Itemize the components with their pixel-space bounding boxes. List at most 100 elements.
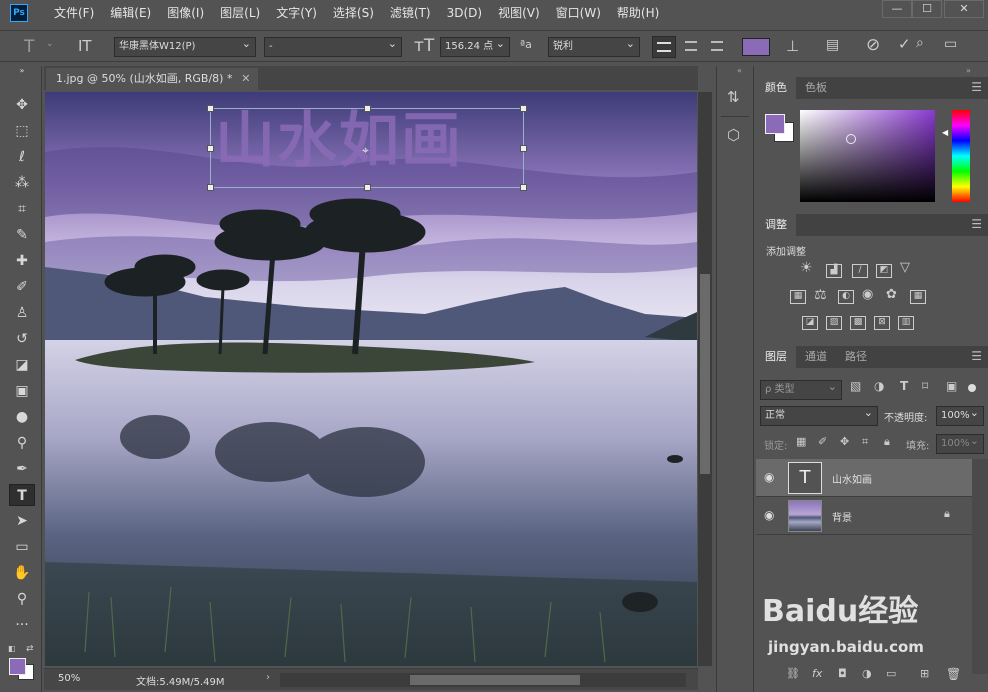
antialias-select[interactable]: 锐利	[548, 35, 640, 57]
font-family-select[interactable]: 华康黑体W12(P)	[114, 35, 256, 57]
pen-tool-icon[interactable]: ✒	[9, 458, 35, 480]
default-colors-icon[interactable]: ◧	[8, 644, 16, 653]
invert-adjust-icon[interactable]: ◪	[802, 316, 818, 330]
strip-collapse-icon[interactable]: «	[737, 66, 742, 75]
status-menu-arrow-icon[interactable]: ›	[266, 672, 270, 683]
blend-mode-select[interactable]: 正常	[760, 404, 878, 426]
fg-color-chip[interactable]	[765, 114, 785, 134]
toggle-orientation-icon[interactable]: IT	[78, 37, 92, 55]
type-tool-icon[interactable]: T	[9, 484, 35, 506]
dodge-tool-icon[interactable]: ⚲	[9, 432, 35, 454]
marquee-tool-icon[interactable]: ⬚	[9, 120, 35, 142]
commit-check-icon[interactable]: ✓	[898, 35, 911, 53]
curves-adjust-icon[interactable]: ∕	[852, 264, 868, 278]
align-right-button[interactable]	[706, 36, 728, 58]
workspace-icon[interactable]: ▭	[944, 36, 957, 52]
text-layer-content[interactable]: 山水如画	[215, 105, 463, 177]
close-window-button[interactable]: ✕	[944, 0, 984, 18]
filter-shape-icon[interactable]: ⌑	[922, 379, 928, 393]
menu-image[interactable]: 图像(I)	[159, 0, 212, 26]
menu-view[interactable]: 视图(V)	[490, 0, 548, 26]
photo-filter-adjust-icon[interactable]: ◉	[862, 287, 873, 302]
menu-select[interactable]: 选择(S)	[325, 0, 382, 26]
character-panel-icon[interactable]: ▤	[826, 37, 839, 53]
search-icon[interactable]: ⌕	[916, 35, 924, 51]
visibility-eye-icon[interactable]: ◉	[764, 470, 774, 484]
filter-toggle-icon[interactable]	[968, 384, 976, 392]
cancel-icon[interactable]: ⊘	[866, 35, 880, 55]
document-tab[interactable]: 1.jpg @ 50% (山水如画, RGB/8) * ✕	[46, 68, 259, 90]
layer-filter-select[interactable]: ρ 类型	[760, 378, 842, 400]
channel-mixer-adjust-icon[interactable]: ✿	[886, 287, 897, 302]
align-left-button[interactable]	[652, 36, 676, 58]
adjust-panel-menu-icon[interactable]: ☰	[971, 217, 982, 231]
vertical-scroll-thumb[interactable]	[700, 274, 710, 474]
lock-artboard-icon[interactable]: ⌗	[862, 435, 868, 449]
more-tools-icon[interactable]: ···	[9, 614, 35, 636]
transform-handle[interactable]	[207, 105, 214, 112]
lasso-tool-icon[interactable]: ℓ	[9, 146, 35, 168]
eyedropper-icon[interactable]: ✎	[9, 224, 35, 246]
gradient-tool-icon[interactable]: ▣	[9, 380, 35, 402]
crop-tool-icon[interactable]: ⌗	[9, 198, 35, 220]
minimize-button[interactable]: —	[882, 0, 912, 18]
horizontal-scroll-thumb[interactable]	[410, 675, 580, 685]
font-size-select[interactable]: 156.24 点	[440, 35, 510, 57]
fill-input[interactable]: 100%	[936, 432, 984, 454]
preset-chevron-icon[interactable]: ⌄	[46, 39, 54, 49]
document-size-info[interactable]: 文档:5.49M/5.49M	[136, 673, 225, 688]
hue-pointer-icon[interactable]: ◀	[942, 128, 948, 137]
quick-select-icon[interactable]: ⁂	[9, 172, 35, 194]
black-white-adjust-icon[interactable]: ◐	[838, 290, 854, 304]
layer-name[interactable]: 背景	[832, 509, 852, 524]
gradient-map-adjust-icon[interactable]: ▥	[898, 316, 914, 330]
panels-collapse-icon[interactable]: »	[966, 66, 971, 75]
maximize-button[interactable]: ☐	[912, 0, 942, 18]
layer-row-background[interactable]: ◉ 背景 🔒︎	[756, 497, 972, 535]
eraser-tool-icon[interactable]: ◪	[9, 354, 35, 376]
filter-type-icon[interactable]: T	[900, 379, 908, 393]
tools-collapse-icon[interactable]: »	[9, 66, 35, 76]
swap-colors-icon[interactable]: ⇄	[26, 644, 34, 654]
color-field[interactable]	[800, 110, 935, 202]
text-color-swatch[interactable]	[742, 38, 770, 56]
color-panel-menu-icon[interactable]: ☰	[971, 80, 982, 94]
color-picker-cursor[interactable]	[846, 134, 856, 144]
opacity-input[interactable]: 100%	[936, 404, 984, 426]
posterize-adjust-icon[interactable]: ▨	[826, 316, 842, 330]
foreground-color-swatch[interactable]	[9, 658, 26, 675]
history-panel-icon[interactable]: ⇅	[727, 88, 740, 106]
tab-channels[interactable]: 通道	[796, 346, 836, 368]
lock-all-icon[interactable]: 🔒︎	[884, 435, 890, 449]
hand-tool-icon[interactable]: ✋	[9, 562, 35, 584]
transform-center-icon[interactable]: ⌖	[362, 143, 369, 158]
visibility-eye-icon[interactable]: ◉	[764, 508, 774, 522]
layer-name[interactable]: 山水如画	[832, 471, 872, 486]
levels-adjust-icon[interactable]: ▟	[826, 264, 842, 278]
healing-brush-icon[interactable]: ✚	[9, 250, 35, 272]
text-bounding-box[interactable]: 山水如画 ⌖	[207, 105, 527, 191]
hue-slider[interactable]	[952, 110, 970, 202]
transform-handle[interactable]	[364, 105, 371, 112]
layers-panel-menu-icon[interactable]: ☰	[971, 349, 982, 363]
filter-smart-icon[interactable]: ▣	[946, 379, 957, 393]
tab-color[interactable]: 颜色	[756, 77, 796, 99]
menu-file[interactable]: 文件(F)	[46, 0, 102, 26]
brightness-adjust-icon[interactable]: ☀	[800, 260, 813, 276]
blur-tool-icon[interactable]: ●	[9, 406, 35, 428]
warp-text-icon[interactable]: ⊥	[786, 37, 799, 55]
color-lookup-adjust-icon[interactable]: ▦	[910, 290, 926, 304]
delete-layer-icon[interactable]: 🗑︎	[946, 667, 961, 681]
vibrance-adjust-icon[interactable]: ▽	[900, 260, 910, 275]
menu-type[interactable]: 文字(Y)	[268, 0, 325, 26]
lock-position-icon[interactable]: ✥	[840, 435, 849, 448]
transform-handle[interactable]	[207, 145, 214, 152]
exposure-adjust-icon[interactable]: ◩	[876, 264, 892, 278]
menu-filter[interactable]: 滤镜(T)	[382, 0, 439, 26]
tab-layers[interactable]: 图层	[756, 346, 796, 368]
threshold-adjust-icon[interactable]: ▩	[850, 316, 866, 330]
lock-pixels-icon[interactable]: ✐	[818, 435, 827, 448]
layers-scrollbar[interactable]	[972, 459, 988, 674]
color-balance-adjust-icon[interactable]: ⚖	[814, 287, 827, 303]
rectangle-tool-icon[interactable]: ▭	[9, 536, 35, 558]
